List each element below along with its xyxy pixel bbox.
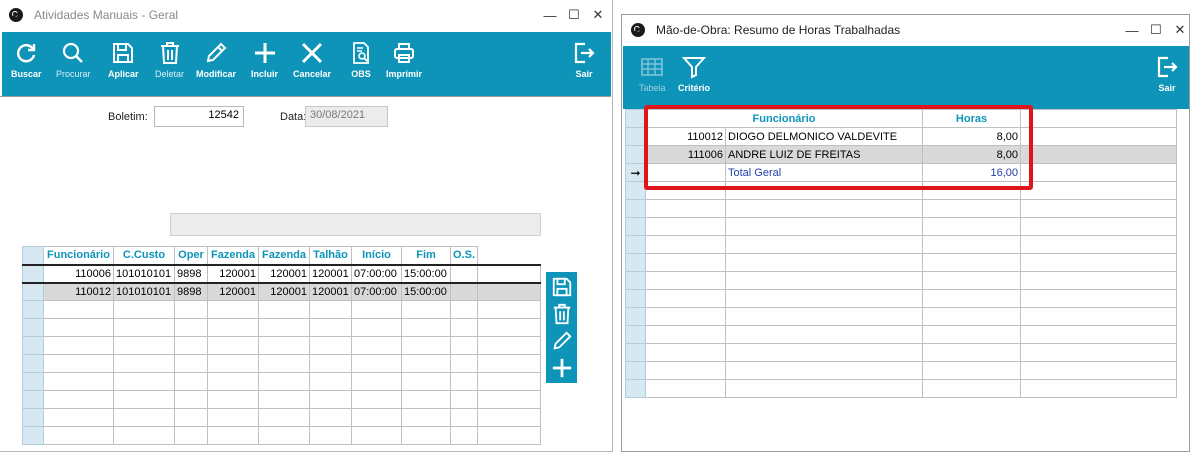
pencil-icon: [206, 42, 227, 63]
document-search-icon: [353, 42, 369, 64]
main-toolbar: Buscar Procurar Aplicar Deletar Modifica…: [2, 32, 611, 96]
table-row[interactable]: 110012 101010101 9898 120001 120001 1200…: [22, 282, 541, 301]
empty-row: [22, 372, 541, 391]
close-button[interactable]: ✕: [1168, 22, 1190, 38]
plus-icon[interactable]: [551, 357, 573, 379]
empty-row: [625, 217, 1178, 236]
modificar-button[interactable]: Modificar: [196, 41, 236, 79]
empty-row: [625, 289, 1178, 308]
empty-row: [22, 318, 541, 337]
deletar-button[interactable]: Deletar: [155, 41, 184, 79]
empty-row: [22, 354, 541, 373]
empty-row: [625, 199, 1178, 218]
boletim-label: Boletim:: [108, 111, 148, 123]
close-button[interactable]: ✕: [586, 7, 610, 23]
exit-icon: [574, 42, 595, 64]
filter-icon: [682, 57, 706, 79]
exit-icon: [1157, 56, 1178, 78]
grid-header: Funcionário C.Custo Oper Fazenda Fazenda…: [22, 246, 541, 265]
col-talhao[interactable]: Talhão: [309, 246, 352, 265]
empty-row: [625, 325, 1178, 344]
procurar-button[interactable]: Procurar: [56, 41, 91, 79]
app-logo-icon: [9, 8, 23, 22]
empty-row: [625, 307, 1178, 326]
minimize-button[interactable]: —: [1120, 23, 1144, 38]
col-oper[interactable]: Oper: [174, 246, 208, 265]
highlight-annotation: [644, 105, 1033, 190]
buscar-button[interactable]: Buscar: [11, 41, 42, 79]
col-ccusto[interactable]: C.Custo: [113, 246, 175, 265]
empty-row: [625, 343, 1178, 362]
col-fim[interactable]: Fim: [401, 246, 451, 265]
save-icon: [113, 43, 134, 63]
empty-row: [625, 379, 1178, 398]
boletim-field[interactable]: 12542: [154, 106, 244, 127]
resumo-horas-window: Mão-de-Obra: Resumo de Horas Trabalhadas…: [621, 14, 1190, 452]
tabela-button: Tabela: [639, 55, 666, 93]
trash-icon: [160, 42, 179, 64]
empty-row: [22, 426, 541, 445]
window-title: Mão-de-Obra: Resumo de Horas Trabalhadas: [656, 23, 901, 37]
save-icon[interactable]: [551, 276, 573, 298]
resumo-toolbar: Tabela Critério Sair: [623, 46, 1189, 109]
empty-row: [22, 336, 541, 355]
plus-icon: [254, 43, 275, 63]
data-field: 30/08/2021: [305, 106, 388, 127]
col-funcionario[interactable]: Funcionário: [43, 246, 114, 265]
refresh-icon: [17, 44, 36, 63]
empty-row: [625, 235, 1178, 254]
atividades-window: Atividades Manuais - Geral — ☐ ✕ Buscar …: [0, 0, 613, 452]
table-row[interactable]: 110006 101010101 9898 120001 120001 1200…: [22, 264, 541, 283]
minimize-button[interactable]: —: [538, 8, 562, 23]
search-icon: [63, 42, 84, 63]
sair-button[interactable]: Sair: [572, 41, 596, 79]
empty-row: [625, 253, 1178, 272]
criterio-button[interactable]: Critério: [678, 55, 710, 93]
group-bar: [170, 213, 541, 236]
col-fazenda-2[interactable]: Fazenda: [258, 246, 310, 265]
col-fazenda[interactable]: Fazenda: [207, 246, 259, 265]
title-bar: Atividades Manuais - Geral — ☐ ✕: [0, 0, 612, 30]
incluir-button[interactable]: Incluir: [251, 41, 278, 79]
imprimir-button[interactable]: Imprimir: [386, 41, 422, 79]
aplicar-button[interactable]: Aplicar: [108, 41, 139, 79]
title-bar: Mão-de-Obra: Resumo de Horas Trabalhadas…: [622, 15, 1189, 45]
maximize-button[interactable]: ☐: [1144, 22, 1168, 38]
app-logo-icon: [631, 23, 645, 37]
cancelar-button[interactable]: Cancelar: [293, 41, 331, 79]
empty-row: [625, 271, 1178, 290]
row-tools: [546, 272, 577, 383]
empty-row: [22, 390, 541, 409]
row-pointer-icon: ➞: [625, 163, 646, 182]
col-inicio[interactable]: Início: [351, 246, 402, 265]
printer-icon: [394, 43, 414, 63]
table-icon: [641, 58, 664, 76]
pencil-icon[interactable]: [551, 330, 573, 352]
col-os[interactable]: O.S.: [450, 246, 478, 265]
empty-row: [22, 408, 541, 427]
empty-row: [625, 361, 1178, 380]
atividades-grid: Funcionário C.Custo Oper Fazenda Fazenda…: [22, 246, 541, 445]
data-label: Data:: [280, 111, 307, 123]
trash-icon[interactable]: [551, 303, 573, 325]
obs-button[interactable]: OBS: [349, 41, 373, 79]
empty-row: [22, 300, 541, 319]
maximize-button[interactable]: ☐: [562, 7, 586, 23]
x-icon: [301, 42, 323, 64]
window-title: Atividades Manuais - Geral: [34, 8, 179, 22]
sair-button[interactable]: Sair: [1155, 55, 1179, 93]
